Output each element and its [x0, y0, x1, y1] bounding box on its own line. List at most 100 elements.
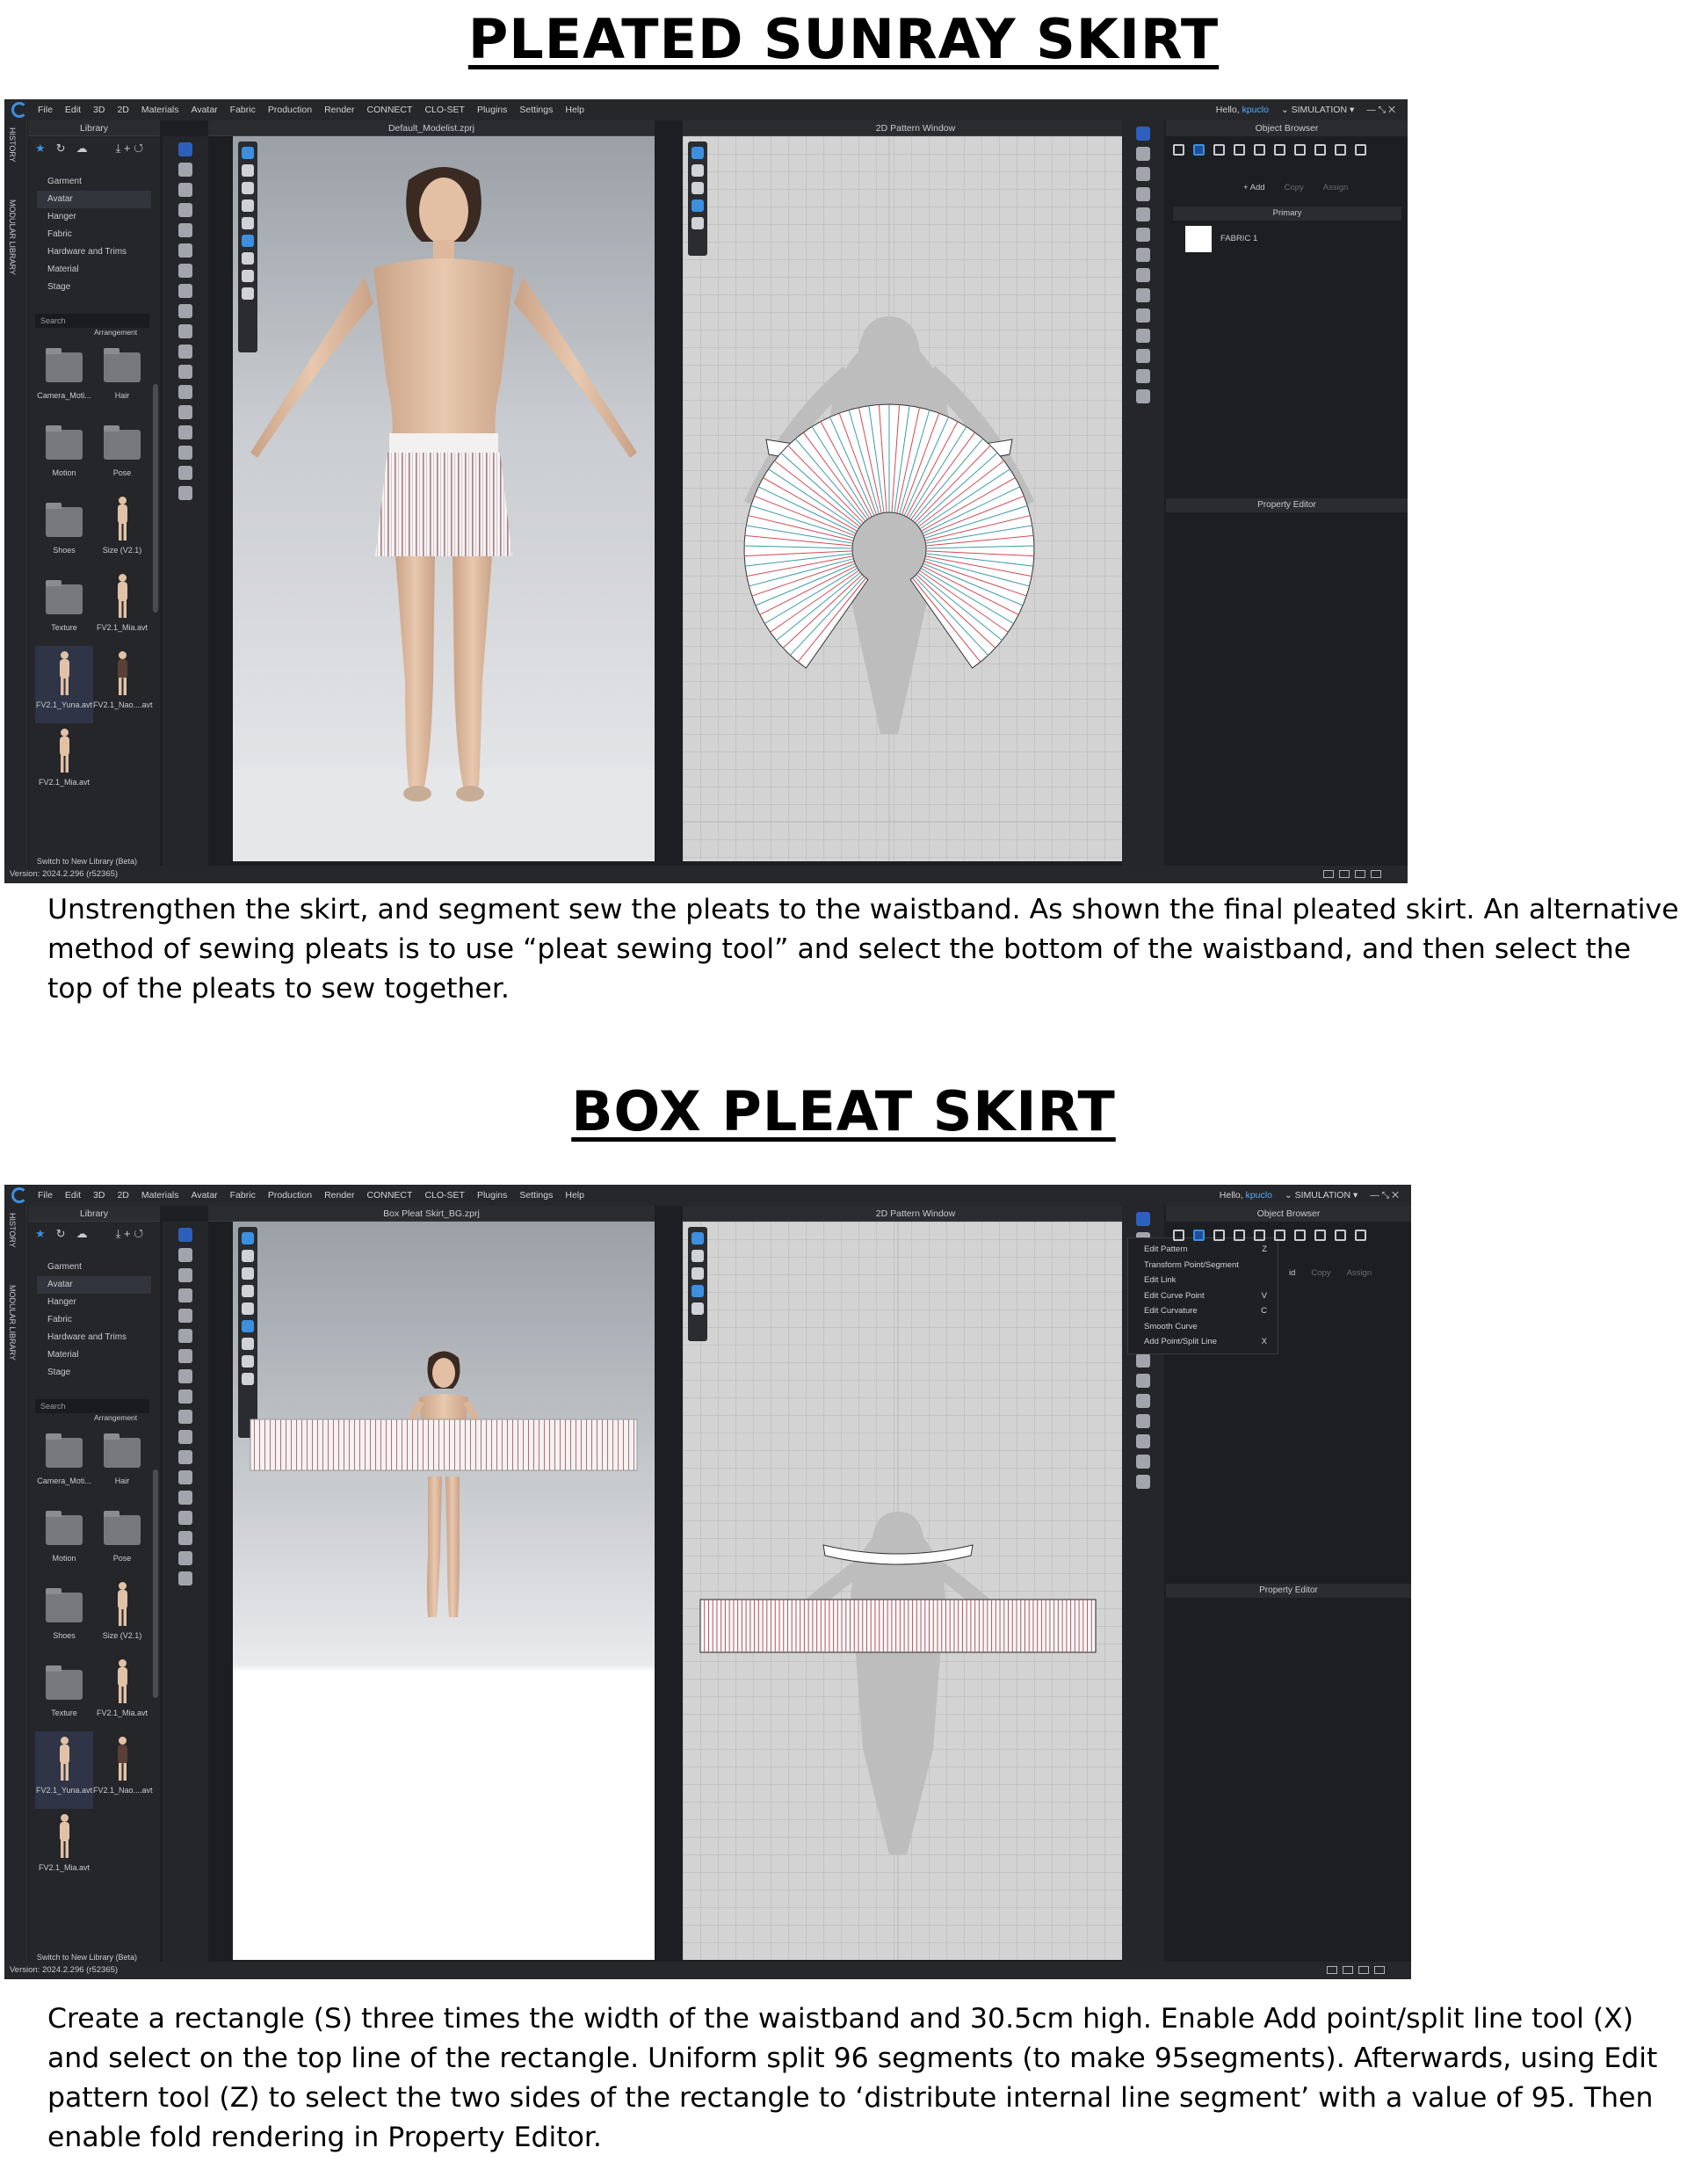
2d-tool-select-icon[interactable]	[1136, 1212, 1150, 1226]
3d-tool-icon[interactable]	[178, 1329, 192, 1343]
3d-tool-icon[interactable]	[178, 1511, 192, 1525]
3d-tool-icon[interactable]	[178, 1389, 192, 1404]
library-toolbar-icons[interactable]: ⤓ + ↺	[116, 1227, 144, 1244]
library-avatar[interactable]: FV2.1_Nao....avt	[93, 646, 153, 723]
library-folder[interactable]: Motion	[35, 414, 93, 491]
tree-item-material[interactable]: Material	[37, 261, 151, 279]
3d-tool-icon[interactable]	[178, 1288, 192, 1302]
tab-icon[interactable]	[1355, 1229, 1366, 1241]
3d-tool-icon[interactable]	[178, 425, 192, 439]
tab-icon[interactable]	[1274, 143, 1285, 156]
2d-tool-icon[interactable]	[1136, 228, 1150, 242]
tab-icon[interactable]	[1213, 1229, 1225, 1241]
tab-icon[interactable]	[1335, 1229, 1346, 1241]
3d-tool-icon[interactable]	[178, 243, 192, 258]
tree-item-hardware-trims[interactable]: Hardware and Trims	[37, 243, 151, 261]
tab-icon[interactable]	[1213, 143, 1225, 156]
menu-2d[interactable]: 2D	[117, 105, 128, 115]
library-folder[interactable]: Motion	[35, 1499, 93, 1577]
3d-tool-icon[interactable]	[178, 1268, 192, 1282]
3d-tool-icon[interactable]	[178, 1430, 192, 1444]
menu-fabric[interactable]: Fabric	[230, 105, 256, 115]
menu-plugins[interactable]: Plugins	[477, 1190, 507, 1201]
3d-tool-icon[interactable]	[178, 1470, 192, 1484]
library-avatar[interactable]: FV2.1_Yuna.avt	[35, 646, 93, 723]
layout-icon[interactable]	[1355, 870, 1365, 878]
menu-materials[interactable]: Materials	[141, 1190, 179, 1201]
library-toolbar-icons[interactable]: ⤓ + ↺	[116, 141, 144, 159]
window-controls[interactable]: — ⤡ ✕	[1370, 1190, 1399, 1201]
menu-avatar[interactable]: Avatar	[192, 1190, 218, 1201]
3d-tool-icon[interactable]	[178, 1309, 192, 1323]
menu-production[interactable]: Production	[268, 105, 312, 115]
2d-tool-icon[interactable]	[1136, 329, 1150, 343]
3d-tool-icon[interactable]	[178, 1450, 192, 1464]
layout-icon[interactable]	[1327, 1966, 1337, 1974]
menu-item-edit-curvature[interactable]: Edit Curvature C	[1128, 1303, 1278, 1319]
3d-tool-icon[interactable]	[178, 1551, 192, 1565]
3d-tool-icon[interactable]	[178, 264, 192, 278]
menu-help[interactable]: Help	[565, 1190, 584, 1201]
tree-item-avatar[interactable]: Avatar	[37, 1276, 151, 1294]
3d-tool-icon[interactable]	[178, 324, 192, 338]
tab-icon[interactable]	[1234, 1229, 1245, 1241]
list-icon[interactable]	[1173, 1229, 1184, 1241]
3d-tool-icon[interactable]	[178, 365, 192, 379]
tab-icon[interactable]	[1294, 1229, 1306, 1241]
library-folder[interactable]: Pose	[93, 1499, 151, 1577]
tree-item-fabric[interactable]: Fabric	[37, 226, 151, 243]
menu-edit[interactable]: Edit	[65, 1190, 81, 1201]
3d-tool-icon[interactable]	[178, 446, 192, 460]
menu-avatar[interactable]: Avatar	[192, 105, 218, 115]
menu-help[interactable]: Help	[565, 105, 584, 115]
3d-tool-icon[interactable]	[178, 183, 192, 197]
3d-tool-icon[interactable]	[178, 163, 192, 177]
tab-icon[interactable]	[1234, 143, 1245, 156]
assign-button[interactable]: Assign	[1323, 183, 1349, 192]
3d-viewport[interactable]	[233, 1222, 655, 1960]
2d-tool-icon[interactable]	[1136, 1434, 1150, 1448]
menu-clo-set[interactable]: CLO-SET	[424, 1190, 465, 1201]
2d-tool-icon[interactable]	[1136, 349, 1150, 363]
list-icon[interactable]	[1173, 143, 1184, 156]
2d-tool-icon[interactable]	[1136, 268, 1150, 282]
2d-tool-icon[interactable]	[1136, 248, 1150, 262]
3d-tool-icon[interactable]	[178, 1531, 192, 1545]
library-avatar[interactable]: FV2.1_Mia.avt	[35, 1809, 93, 1886]
tab-icon[interactable]	[1355, 143, 1366, 156]
3d-tool-icon[interactable]	[178, 223, 192, 237]
2d-tool-icon[interactable]	[1136, 1353, 1150, 1368]
menu-production[interactable]: Production	[268, 1190, 312, 1201]
3d-tool-icon[interactable]	[178, 284, 192, 298]
library-avatar[interactable]: FV2.1_Mia.avt	[93, 569, 151, 646]
layout-icon[interactable]	[1374, 1966, 1385, 1974]
tree-item-garment[interactable]: Garment	[37, 1259, 151, 1276]
tree-item-avatar[interactable]: Avatar	[37, 191, 151, 208]
library-search-input[interactable]: Search	[35, 314, 149, 328]
tab-icon[interactable]	[1254, 143, 1265, 156]
favorites-star-icon[interactable]: ★	[35, 141, 46, 159]
library-folder[interactable]: Hair	[93, 337, 151, 414]
layout-icon[interactable]	[1323, 870, 1334, 878]
library-scrollbar[interactable]	[153, 1469, 158, 1698]
tab-icon[interactable]	[1294, 143, 1306, 156]
menu-render[interactable]: Render	[324, 1190, 354, 1201]
2d-pattern-viewport[interactable]	[683, 136, 1122, 861]
menu-settings[interactable]: Settings	[519, 105, 553, 115]
tree-item-hardware-trims[interactable]: Hardware and Trims	[37, 1329, 151, 1346]
library-search-input[interactable]: Search	[35, 1399, 149, 1413]
tree-item-stage[interactable]: Stage	[37, 1364, 151, 1382]
menu-file[interactable]: File	[38, 105, 53, 115]
tab-icon[interactable]	[1314, 143, 1326, 156]
fabric-swatch[interactable]	[1185, 226, 1212, 252]
2d-pattern-viewport[interactable]	[683, 1222, 1122, 1960]
layout-icon[interactable]	[1343, 1966, 1353, 1974]
menu-clo-set[interactable]: CLO-SET	[424, 105, 465, 115]
2d-tool-icon[interactable]	[1136, 147, 1150, 161]
3d-tool-select-icon[interactable]	[178, 142, 192, 156]
3d-tool-icon[interactable]	[178, 1369, 192, 1383]
3d-tool-icon[interactable]	[178, 1349, 192, 1363]
menu-item-smooth-curve[interactable]: Smooth Curve	[1128, 1319, 1278, 1335]
menu-item-edit-link[interactable]: Edit Link	[1128, 1273, 1278, 1288]
library-avatar[interactable]: Size (V2.1)	[93, 491, 151, 569]
